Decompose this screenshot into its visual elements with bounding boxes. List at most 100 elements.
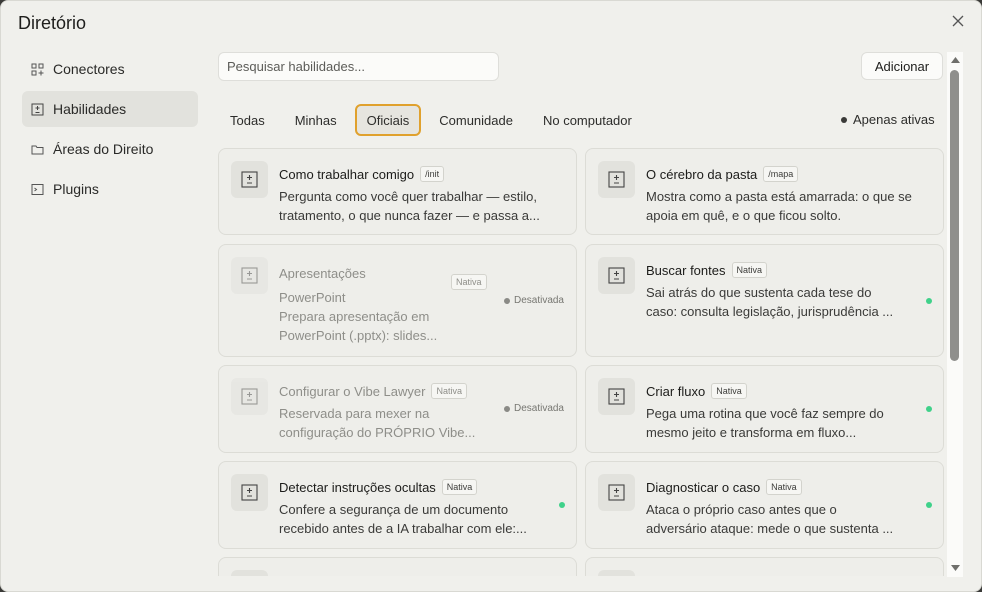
skill-native-badge: Nativa (451, 274, 487, 290)
skill-desc-line: Sai atrás do que sustenta cada tese do (646, 285, 872, 300)
filter-tabs: Todas Minhas Oficiais Comunidade No comp… (218, 104, 650, 136)
skill-icon (231, 161, 268, 198)
skill-card[interactable]: Criar fluxo Nativa Pega uma rotina que vo… (585, 365, 944, 453)
active-status-dot-icon (926, 298, 932, 304)
scrollbar-thumb[interactable] (950, 70, 959, 361)
status-dot-icon (503, 297, 510, 304)
skill-card[interactable]: Apresentações PowerPoint Nativa Prepara a… (218, 244, 577, 357)
sidebar-item-plugins[interactable]: Plugins (22, 171, 198, 207)
skill-desc-line: tratamento, o que nunca fazer — e passa … (279, 208, 540, 223)
skill-name-row: Configurar o Vibe Lawyer Nativa (279, 383, 467, 399)
active-status-dot-icon (926, 406, 932, 412)
skill-name: Como trabalhar comigo (279, 166, 415, 182)
tab-comunidade[interactable]: Comunidade (427, 104, 525, 136)
skill-icon (598, 257, 635, 294)
skill-card[interactable]: O cérebro da pasta/mapa Mostra como a pa… (585, 148, 944, 235)
skill-description: Sai atrás do que sustenta cada tese do ca… (646, 283, 931, 321)
skill-command-badge: /init (420, 166, 445, 182)
skill-card[interactable]: Detectar instruções ocultas Nativa Confer… (218, 461, 577, 549)
skill-description: Pergunta como você quer trabalhar — esti… (279, 187, 564, 225)
skill-description: Reservada para mexer na configuração do P… (279, 404, 494, 442)
skill-desc-line: caso: consulta legislação, jurisprudênci… (646, 304, 894, 319)
skill-name-row: Criar fluxo Nativa (646, 383, 747, 399)
skill-desc-line: adversário ataque: mede o que sustenta .… (646, 521, 894, 536)
scroll-down-arrow-icon[interactable] (950, 564, 960, 572)
skill-name: Diagnosticar o caso (646, 479, 761, 495)
skill-name-row: Como trabalhar comigo/init (279, 166, 445, 182)
skill-desc-line: Pergunta como você quer trabalhar — esti… (279, 189, 537, 204)
skill-name: Buscar fontes (646, 262, 726, 278)
skill-icon (231, 378, 268, 415)
skills-grid: Como trabalhar comigo/init Pergunta como… (218, 148, 944, 576)
skill-desc-line: Mostra como a pasta está amarrada: o que… (646, 189, 912, 204)
sidebar-item-areas-do-direito[interactable]: Áreas do Direito (22, 131, 198, 167)
status-label: Desativada (513, 403, 564, 414)
skill-desc-line: PowerPoint (.pptx): slides... (279, 328, 438, 343)
skill-name-row: Diagnosticar o caso Nativa (646, 479, 802, 495)
skill-name: O cérebro da pasta (646, 166, 758, 182)
skill-name-line: Apresentações (279, 266, 366, 281)
skill-name-row: Buscar fontes Nativa (646, 262, 768, 278)
active-status-dot-icon (559, 502, 565, 508)
close-icon[interactable] (947, 10, 969, 32)
skill-desc-line: Confere a segurança de um documento (279, 502, 509, 517)
add-button[interactable]: Adicionar (861, 52, 943, 80)
skill-name: Detectar instruções ocultas (279, 479, 436, 495)
skill-name: Criar fluxo (646, 383, 706, 399)
only-active-label: Apenas ativas (853, 112, 935, 127)
sidebar-item-habilidades[interactable]: Habilidades (22, 91, 198, 127)
status-badge: Desativada (503, 403, 564, 414)
sidebar-item-label: Plugins (53, 181, 99, 197)
skill-icon (598, 570, 635, 576)
terminal-icon (31, 183, 44, 196)
tab-no-computador[interactable]: No computador (531, 104, 644, 136)
status-badge: Desativada (503, 295, 564, 306)
skill-description: Pega uma rotina que você faz sempre do me… (646, 404, 931, 442)
skill-box-icon (31, 103, 44, 116)
skill-card[interactable]: Buscar fontes Nativa Sai atrás do que sus… (585, 244, 944, 357)
skill-icon (231, 257, 268, 294)
skill-icon (231, 570, 268, 576)
grid-plus-icon (31, 63, 44, 76)
tab-todas[interactable]: Todas (218, 104, 277, 136)
skill-card[interactable]: Diagnosticar o caso Nativa Ataca o própri… (585, 461, 944, 549)
sidebar-item-label: Conectores (53, 61, 125, 77)
scroll-up-arrow-icon[interactable] (950, 56, 960, 64)
skill-name-row: O cérebro da pasta/mapa (646, 166, 799, 182)
skill-desc-line: Ataca o próprio caso antes que o (646, 502, 837, 517)
skill-native-badge: Nativa (711, 383, 747, 399)
skill-icon (231, 474, 268, 511)
skill-description: Prepara apresentação em PowerPoint (.pptx… (279, 307, 469, 345)
skill-desc-line: Reservada para mexer na (279, 406, 430, 421)
skill-desc-line: Pega uma rotina que você faz sempre do (646, 406, 884, 421)
skill-card[interactable]: Configurar o Vibe Lawyer Nativa Reservada… (218, 365, 577, 453)
skill-card[interactable]: Como trabalhar comigo/init Pergunta como… (218, 148, 577, 235)
skill-card[interactable] (218, 557, 577, 576)
skill-desc-line: recebido antes de a IA trabalhar com ele… (279, 521, 527, 536)
folder-icon (31, 143, 44, 156)
skill-desc-line: apoia em quê, e o que ficou solto. (646, 208, 842, 223)
skill-name-row: Detectar instruções ocultas Nativa (279, 479, 478, 495)
skill-description: Confere a segurança de um documento receb… (279, 500, 564, 538)
skill-desc-line: Prepara apresentação em (279, 309, 430, 324)
skill-icon (598, 378, 635, 415)
active-status-dot-icon (926, 502, 932, 508)
sidebar-item-conectores[interactable]: Conectores (22, 51, 198, 87)
status-dot-icon (503, 405, 510, 412)
search-input[interactable] (218, 52, 499, 81)
skill-native-badge: Nativa (431, 383, 467, 399)
only-active-toggle[interactable]: Apenas ativas (841, 112, 935, 127)
skill-card[interactable] (585, 557, 944, 576)
status-label: Desativada (513, 295, 564, 306)
skill-native-badge: Nativa (441, 479, 478, 495)
skill-name: Apresentações PowerPoint (279, 262, 366, 310)
sidebar: Conectores Habilidades Áreas do Direito … (22, 51, 198, 211)
skill-command-badge: /mapa (763, 166, 799, 182)
skill-native-badge: Nativa (766, 479, 802, 495)
sidebar-item-label: Habilidades (53, 101, 127, 117)
tab-minhas[interactable]: Minhas (283, 104, 349, 136)
tab-oficiais[interactable]: Oficiais (354, 104, 422, 136)
skill-description: Ataca o próprio caso antes que o adversár… (646, 500, 931, 538)
skill-desc-line: configuração do PRÓPRIO Vibe... (279, 425, 476, 440)
sidebar-item-label: Áreas do Direito (53, 141, 154, 157)
